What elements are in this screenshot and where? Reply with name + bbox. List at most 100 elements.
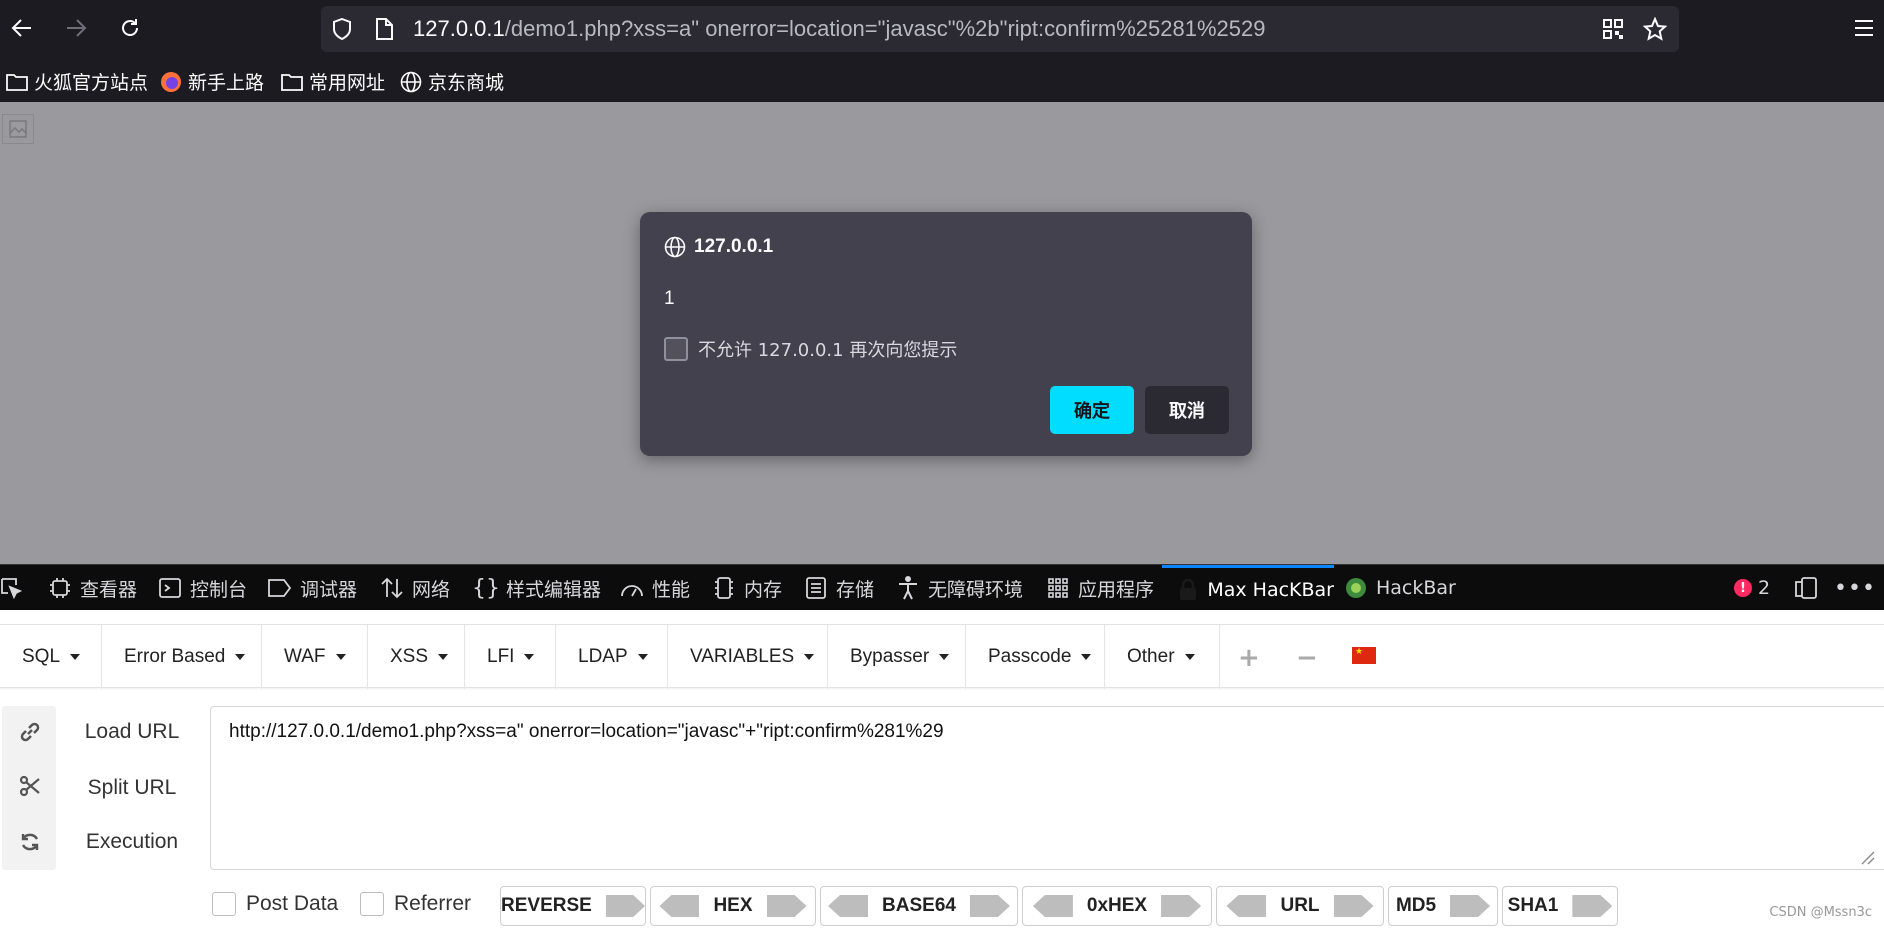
hex-button[interactable]: HEX xyxy=(650,886,816,926)
menu-label: VARIABLES xyxy=(690,646,795,667)
shield-icon[interactable] xyxy=(330,17,354,41)
menu-waf[interactable]: WAF xyxy=(262,625,368,689)
checkbox[interactable] xyxy=(664,337,688,361)
bookmark-item[interactable]: 常用网址 xyxy=(281,68,385,95)
md5-button[interactable]: MD5 xyxy=(1388,886,1498,926)
broken-image-icon xyxy=(2,114,34,144)
caret-down-icon xyxy=(939,654,950,660)
folder-icon xyxy=(6,73,28,91)
tab-storage[interactable]: 存储 xyxy=(804,565,874,611)
tab-application[interactable]: 应用程序 xyxy=(1046,565,1154,611)
page-content: 127.0.0.1 1 不允许 127.0.0.1 再次向您提示 确定 取消 xyxy=(0,102,1884,564)
address-bar[interactable]: 127.0.0.1/demo1.php?xss=a" onerror=locat… xyxy=(321,6,1679,52)
hackbar-menubar: SQL Error Based WAF XSS LFI LDAP VARIABL… xyxy=(0,624,1884,689)
button-label: URL xyxy=(1280,895,1320,916)
menu-xss[interactable]: XSS xyxy=(368,625,465,689)
arrow-left-icon xyxy=(11,19,31,37)
tab-accessibility[interactable]: 无障碍环境 xyxy=(896,565,1023,611)
referrer-option[interactable]: Referrer xyxy=(360,892,471,916)
tab-inspector[interactable]: 查看器 xyxy=(48,565,137,611)
menu-label: XSS xyxy=(390,646,429,667)
tab-label: 性能 xyxy=(652,578,691,601)
back-button[interactable] xyxy=(2,8,42,48)
tab-hackbar[interactable]: HackBar xyxy=(1344,565,1456,611)
forward-button[interactable] xyxy=(56,8,96,48)
reverse-button[interactable]: REVERSE xyxy=(500,886,646,926)
menu-bypasser[interactable]: Bypasser xyxy=(828,625,966,689)
menu-other[interactable]: Other xyxy=(1105,625,1220,689)
plus-icon[interactable]: + xyxy=(1238,643,1260,673)
reload-button[interactable] xyxy=(110,8,150,48)
menu-lfi[interactable]: LFI xyxy=(465,625,556,689)
bookmark-star-icon[interactable] xyxy=(1643,17,1667,41)
menu-error-based[interactable]: Error Based xyxy=(102,625,262,689)
url-text[interactable]: 127.0.0.1/demo1.php?xss=a" onerror=locat… xyxy=(413,16,1266,42)
tab-style-editor[interactable]: {} 样式编辑器 xyxy=(472,565,602,611)
tab-performance[interactable]: 性能 xyxy=(620,565,690,611)
menu-ldap[interactable]: LDAP xyxy=(556,625,668,689)
bookmark-item[interactable]: 京东商城 xyxy=(400,68,504,95)
arrow-right-icon xyxy=(1450,895,1491,917)
refresh-icon[interactable] xyxy=(18,830,42,854)
execution-button[interactable]: Execution xyxy=(56,830,208,854)
menu-variables[interactable]: VARIABLES xyxy=(668,625,828,689)
tab-max-hackbar[interactable]: Max HacKBar xyxy=(1162,565,1334,611)
error-badge: ! 2 xyxy=(1734,577,1770,599)
gauge-icon xyxy=(620,576,644,600)
url-encode-button[interactable]: URL xyxy=(1216,886,1384,926)
network-icon xyxy=(380,576,404,600)
reload-icon xyxy=(122,19,138,36)
tab-console[interactable]: 控制台 xyxy=(158,565,247,611)
minus-icon[interactable]: − xyxy=(1296,643,1318,673)
url-textarea[interactable]: http://127.0.0.1/demo1.php?xss=a" onerro… xyxy=(210,706,1884,870)
hackbar-panel: SQL Error Based WAF XSS LFI LDAP VARIABL… xyxy=(0,610,1884,930)
browser-toolbar: 127.0.0.1/demo1.php?xss=a" onerror=locat… xyxy=(0,0,1884,58)
post-data-checkbox[interactable] xyxy=(212,892,236,916)
button-label: 0xHEX xyxy=(1086,895,1148,916)
page-icon[interactable] xyxy=(372,17,396,41)
bookmark-label: 京东商城 xyxy=(428,72,505,94)
ok-button[interactable]: 确定 xyxy=(1050,386,1134,434)
menu-label: Error Based xyxy=(124,646,226,667)
menu-label: LFI xyxy=(487,646,515,667)
globe-icon xyxy=(664,236,686,258)
accessibility-icon xyxy=(896,576,920,600)
suppress-dialogs-checkbox[interactable]: 不允许 127.0.0.1 再次向您提示 xyxy=(664,336,957,362)
menu-passcode[interactable]: Passcode xyxy=(966,625,1105,689)
tab-network[interactable]: 网络 xyxy=(380,565,450,611)
responsive-mode-button[interactable] xyxy=(1794,565,1818,611)
sha1-button[interactable]: SHA1 xyxy=(1502,886,1618,926)
dialog-origin: 127.0.0.1 xyxy=(694,236,774,257)
bookmark-item[interactable]: 新手上路 xyxy=(160,68,264,95)
console-icon xyxy=(158,576,182,600)
link-icon[interactable] xyxy=(18,720,42,744)
resize-handle-icon[interactable] xyxy=(1859,849,1875,865)
menu-button[interactable] xyxy=(1844,8,1884,48)
post-data-option[interactable]: Post Data xyxy=(212,892,338,916)
element-picker[interactable] xyxy=(0,565,22,611)
more-options-button[interactable]: ••• xyxy=(1834,565,1876,611)
split-url-button[interactable]: Split URL xyxy=(56,776,208,800)
referrer-checkbox[interactable] xyxy=(360,892,384,916)
tab-label: 样式编辑器 xyxy=(506,578,602,601)
cancel-button[interactable]: 取消 xyxy=(1145,386,1229,434)
menu-sql[interactable]: SQL xyxy=(0,625,102,689)
caret-down-icon xyxy=(335,654,346,660)
hackbar-options-row: Post Data Referrer REVERSE HEX BASE64 0x… xyxy=(210,886,1884,926)
firefox-icon xyxy=(161,71,181,92)
base64-button[interactable]: BASE64 xyxy=(820,886,1018,926)
debugger-icon xyxy=(268,576,292,600)
bookmark-item[interactable]: 火狐官方站点 xyxy=(6,68,148,95)
hackbar-logo-icon xyxy=(1344,576,1368,600)
china-flag-icon[interactable]: ★ xyxy=(1352,647,1376,664)
tab-debugger[interactable]: 调试器 xyxy=(268,565,357,611)
tab-memory[interactable]: 内存 xyxy=(712,565,782,611)
qr-code-icon[interactable] xyxy=(1601,17,1625,41)
0xhex-button[interactable]: 0xHEX xyxy=(1022,886,1212,926)
error-count[interactable]: ! 2 xyxy=(1734,565,1770,611)
load-url-button[interactable]: Load URL xyxy=(56,720,208,744)
tab-label: 网络 xyxy=(412,578,451,601)
menu-label: SQL xyxy=(22,646,61,667)
more-icon: ••• xyxy=(1834,575,1876,601)
scissors-icon[interactable] xyxy=(18,774,42,798)
